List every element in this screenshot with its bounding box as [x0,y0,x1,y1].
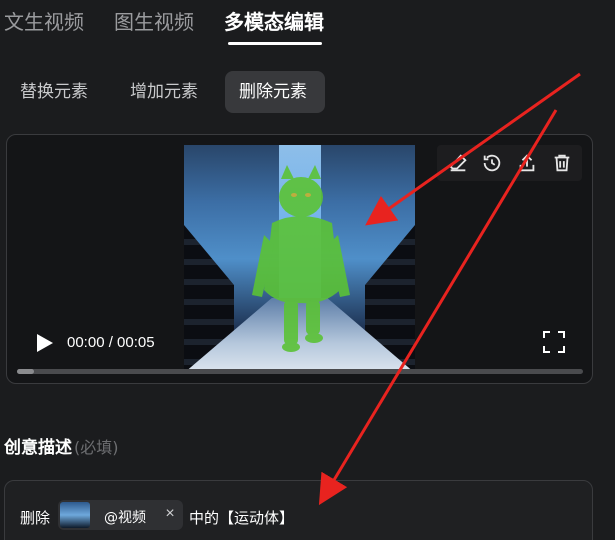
prompt-prefix: 删除 [20,509,51,527]
progress-bar[interactable] [17,369,583,374]
history-icon[interactable] [481,152,503,174]
tab-multimodal-edit[interactable]: 多模态编辑 [224,6,324,35]
section-title: 创意描述 [4,438,72,458]
progress-fill [17,369,34,374]
upload-icon[interactable] [516,152,538,174]
active-tab-indicator [228,42,322,45]
close-icon[interactable]: × [162,505,178,523]
play-icon[interactable] [33,332,55,354]
video-thumbnail [60,502,90,528]
video-time: 00:00 / 00:05 [67,334,155,351]
highlighted-cat-model [252,165,350,352]
required-hint: (必填) [74,438,119,457]
fullscreen-icon[interactable] [541,329,567,355]
top-tab-bar: 文生视频 图生视频 多模态编辑 [0,0,615,48]
subtab-replace-element[interactable]: 替换元素 [6,71,102,113]
tab-text-to-video[interactable]: 文生视频 [4,6,84,35]
chip-label: @视频 [104,510,146,526]
subtab-add-element[interactable]: 增加元素 [116,71,212,113]
prompt-input[interactable]: 删除 @视频 × 中的【运动体】 [4,480,593,540]
creative-description-label: 创意描述 (必填) [4,433,119,458]
video-toolbar [437,145,582,181]
prompt-suffix: 中的【运动体】 [189,509,295,527]
trash-icon[interactable] [551,152,573,174]
video-reference-chip[interactable]: @视频 × [58,500,183,530]
tab-image-to-video[interactable]: 图生视频 [114,6,194,35]
video-frame[interactable] [184,145,415,373]
subtab-delete-element[interactable]: 删除元素 [225,71,325,113]
video-player[interactable]: 00:00 / 00:05 [6,134,593,384]
eraser-icon[interactable] [447,152,469,174]
